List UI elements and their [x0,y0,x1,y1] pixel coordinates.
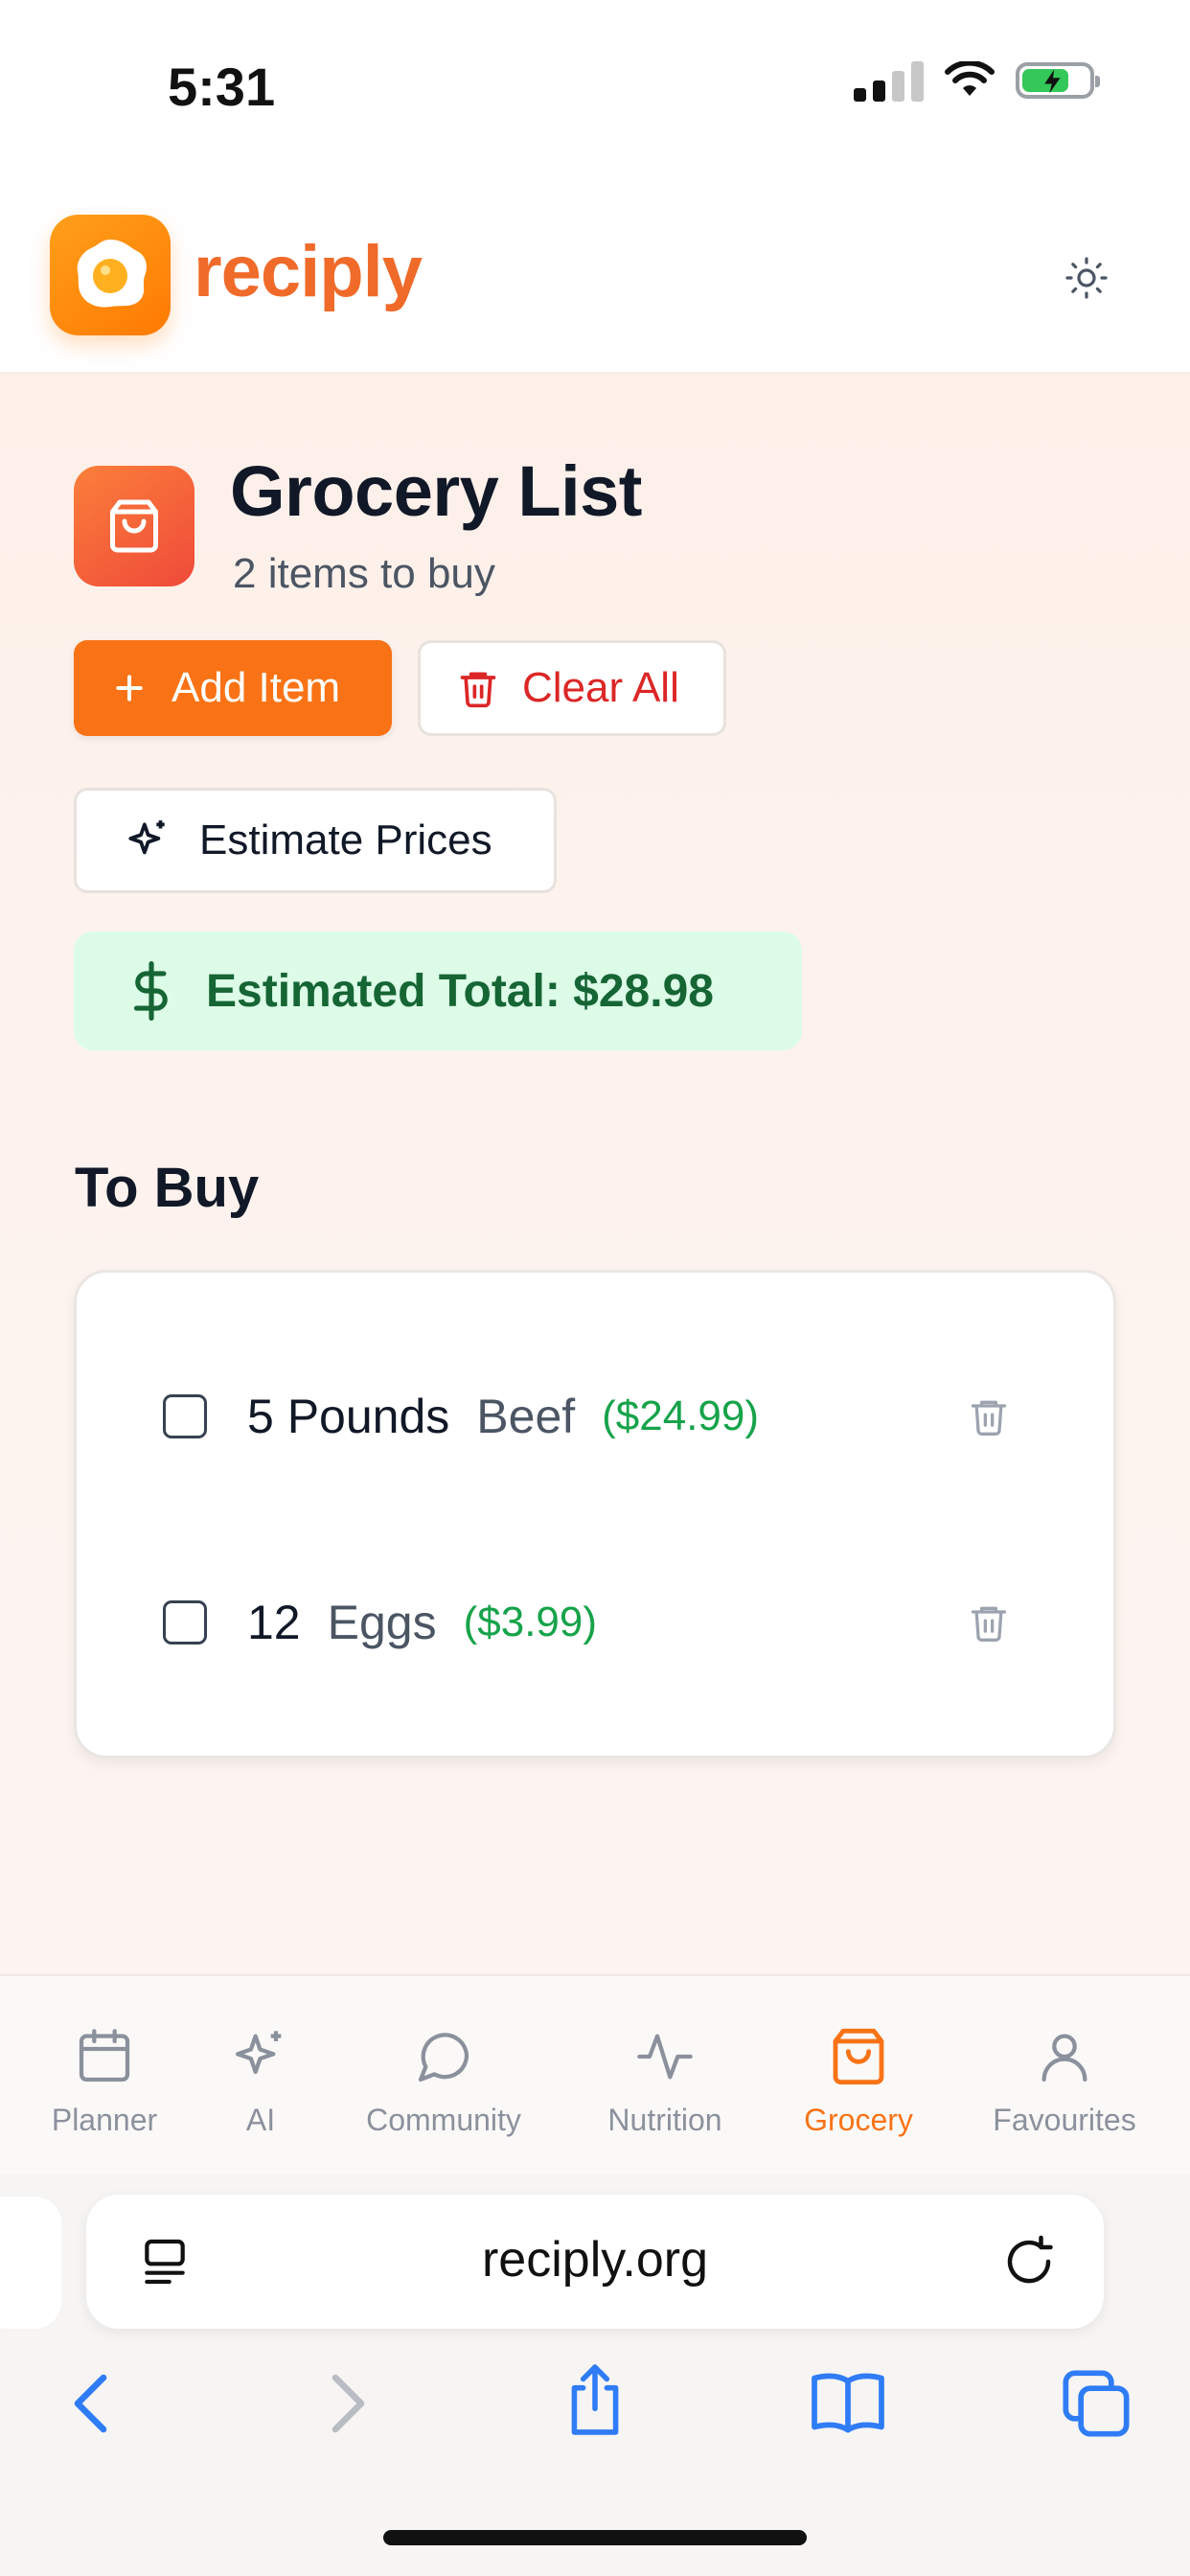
chat-bubble-icon [418,2033,469,2082]
item-quantity: 5 Pounds [247,1390,450,1443]
nav-favourites[interactable]: Favourites [983,2026,1146,2138]
address-bar[interactable]: reciply.org [86,2195,1104,2329]
forward-icon[interactable] [318,2367,376,2440]
item-price: ($3.99) [463,1598,598,1645]
nav-ai[interactable]: AI [222,2026,299,2138]
user-icon [1041,2034,1087,2082]
theme-toggle-button[interactable] [1060,251,1113,305]
sparkles-icon [128,820,165,855]
nav-label: Nutrition [607,2103,722,2137]
status-icons [854,59,1100,102]
nav-label: Grocery [804,2103,913,2137]
calendar-icon [79,2029,130,2082]
page-title: Grocery List [230,451,642,531]
nav-label: Community [366,2103,521,2137]
add-item-label: Add Item [172,664,341,711]
clear-all-button[interactable]: Clear All [418,640,726,736]
url-text[interactable]: reciply.org [86,2231,1104,2288]
activity-icon [637,2034,693,2080]
dollar-icon [133,961,168,1021]
nav-planner[interactable]: Planner [44,2026,165,2138]
item-quantity: 12 [247,1596,301,1649]
nav-nutrition[interactable]: Nutrition [594,2026,736,2138]
delete-item-icon[interactable] [968,1393,1010,1439]
nav-label: Favourites [993,2103,1136,2137]
list-item: 12 Eggs ($3.99) [163,1584,1027,1661]
estimate-prices-button[interactable]: Estimate Prices [74,788,557,893]
estimate-prices-label: Estimate Prices [199,816,492,863]
fried-egg-icon [77,240,147,308]
status-time: 5:31 [168,57,276,117]
page-icon [74,466,195,586]
nav-community[interactable]: Community [355,2026,533,2138]
home-indicator [383,2530,807,2545]
clear-all-label: Clear All [522,664,679,711]
app-header [0,192,1190,374]
delete-item-icon[interactable] [968,1599,1010,1645]
shopping-bag-icon [110,499,158,553]
list-item: 5 Pounds Beef ($24.99) [163,1378,1027,1455]
cellular-signal-icon [854,59,924,102]
item-checkbox[interactable] [163,1600,207,1644]
app-name[interactable]: reciply [194,230,423,313]
share-icon[interactable] [560,2359,630,2440]
item-price: ($24.99) [602,1392,760,1439]
item-name: Beef [476,1390,576,1443]
reload-icon[interactable] [1000,2233,1058,2290]
bottom-nav: Planner AI Community Nutrition Grocery F… [0,1974,1190,2175]
previous-tab-preview[interactable] [0,2196,61,2329]
estimated-total-banner: Estimated Total: $28.98 [74,932,802,1050]
item-name: Eggs [327,1596,437,1649]
nav-grocery[interactable]: Grocery [793,2026,924,2138]
grocery-list: 5 Pounds Beef ($24.99) 12 Eggs ($3.99) [74,1270,1116,1759]
estimated-total-text: Estimated Total: $28.98 [206,965,714,1017]
nav-label: AI [245,2103,276,2137]
tabs-icon[interactable] [1060,2367,1133,2440]
sparkles-icon [235,2031,282,2075]
nav-label: Planner [51,2103,158,2137]
wifi-icon [945,61,995,96]
battery-icon [1016,62,1100,99]
app-logo-icon[interactable] [50,215,171,335]
trash-icon [460,672,496,708]
item-checkbox[interactable] [163,1394,207,1438]
items-count: 2 items to buy [233,550,495,597]
back-icon[interactable] [63,2367,121,2440]
shopping-bag-icon [833,2028,884,2085]
sun-icon [1065,257,1108,299]
bookmarks-icon[interactable] [807,2369,889,2436]
add-item-button[interactable]: Add Item [74,640,392,736]
to-buy-heading: To Buy [75,1157,260,1219]
plus-icon [116,675,143,702]
